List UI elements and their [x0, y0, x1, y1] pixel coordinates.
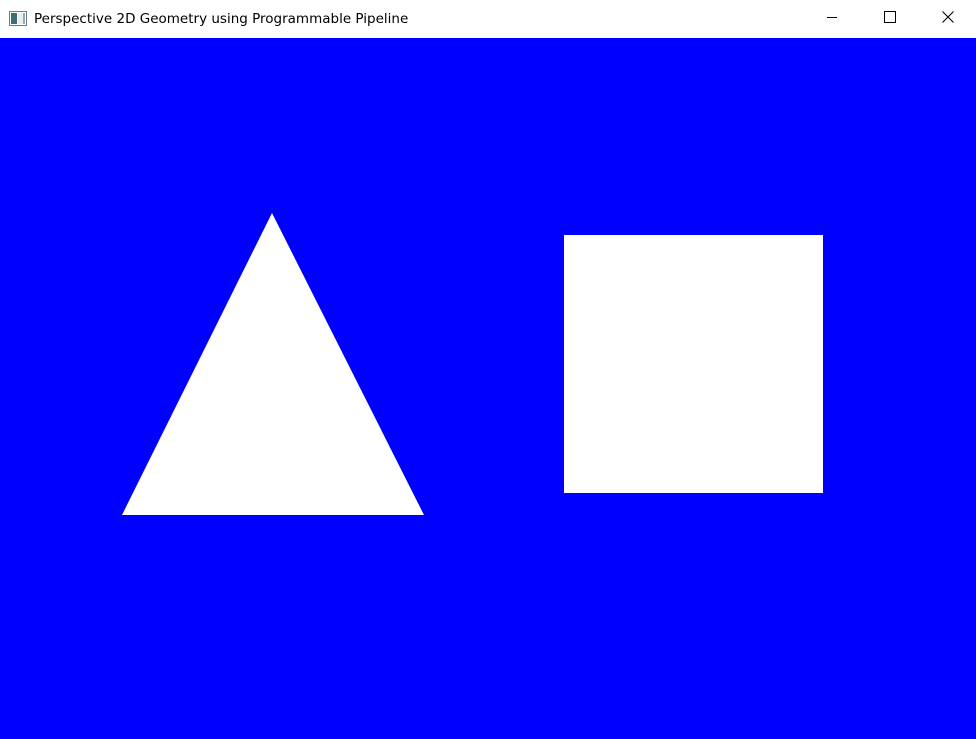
- maximize-icon: [884, 10, 896, 28]
- white-square: [564, 235, 823, 493]
- maximize-button[interactable]: [861, 0, 919, 38]
- clear-background: [0, 38, 976, 739]
- scene-canvas: [0, 38, 976, 739]
- window-title: Perspective 2D Geometry using Programmab…: [34, 11, 409, 27]
- app-window: Perspective 2D Geometry using Programmab…: [0, 0, 976, 739]
- render-viewport[interactable]: [0, 38, 976, 739]
- minimize-button[interactable]: [803, 0, 861, 38]
- close-button[interactable]: [919, 0, 976, 38]
- minimize-icon: [826, 10, 838, 28]
- close-icon: [942, 10, 954, 28]
- app-window-icon[interactable]: [9, 11, 27, 26]
- title-bar[interactable]: Perspective 2D Geometry using Programmab…: [0, 0, 976, 38]
